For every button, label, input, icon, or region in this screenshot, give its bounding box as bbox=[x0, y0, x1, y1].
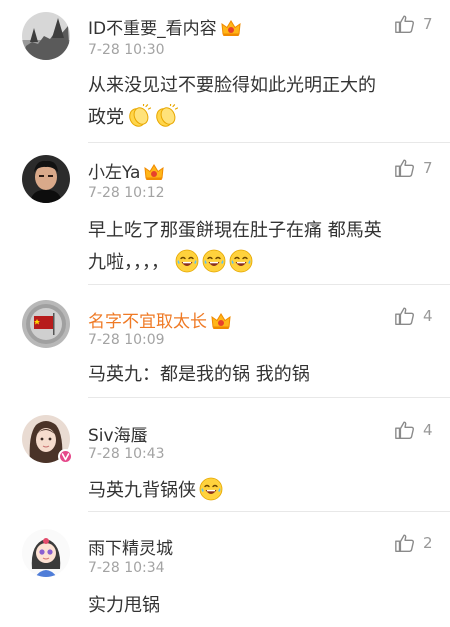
comment-item: ID不重要_看内容 7-28 10:30 7 从来没见过不要脸得如此光明正大的 … bbox=[0, 0, 450, 142]
vip-crown-icon bbox=[144, 163, 164, 181]
username[interactable]: 小左Ya bbox=[88, 158, 164, 183]
comment-item: 雨下精灵城 7-28 10:34 2 实力甩锅 bbox=[0, 512, 450, 627]
timestamp: 7-28 10:30 bbox=[88, 42, 165, 58]
comment-text: 马英九背锅侠 bbox=[88, 475, 438, 507]
comment-item: Siv海蜃 7-28 10:43 4 马英九背锅侠 bbox=[0, 398, 450, 511]
like-count: 2 bbox=[423, 534, 433, 552]
comment-text: 早上吃了那蛋餅現在肚子在痛 都馬英 九啦，，，， bbox=[88, 215, 438, 279]
username[interactable]: 雨下精灵城 bbox=[88, 534, 173, 559]
username[interactable]: Siv海蜃 bbox=[88, 421, 148, 446]
timestamp: 7-28 10:12 bbox=[88, 185, 165, 201]
comment-text: 实力甩锅 bbox=[88, 590, 438, 622]
comment-text: 从来没见过不要脸得如此光明正大的 政党 bbox=[88, 70, 438, 134]
like-count: 4 bbox=[423, 421, 433, 439]
comment-text-line: 政党 bbox=[88, 102, 438, 134]
timestamp: 7-28 10:43 bbox=[88, 446, 165, 462]
comment-text-line: 从来没见过不要脸得如此光明正大的 bbox=[88, 75, 376, 96]
vip-crown-icon bbox=[221, 19, 241, 37]
timestamp: 7-28 10:34 bbox=[88, 560, 165, 576]
verified-v-badge-icon bbox=[58, 449, 73, 464]
clapping-hands-emoji bbox=[127, 104, 151, 128]
comment-text-line: 实力甩锅 bbox=[88, 595, 160, 616]
username[interactable]: ID不重要_看内容 bbox=[88, 14, 241, 39]
comment-text-line: 马英九：都是我的锅 我的锅 bbox=[88, 364, 310, 385]
comment-text: 马英九：都是我的锅 我的锅 bbox=[88, 359, 438, 391]
comment-text-line: 马英九背锅侠 bbox=[88, 475, 438, 507]
thumbs-up-icon bbox=[394, 532, 416, 554]
avatar[interactable] bbox=[22, 529, 70, 577]
like-count: 7 bbox=[423, 159, 433, 177]
avatar[interactable] bbox=[22, 155, 70, 203]
comment-list: ID不重要_看内容 7-28 10:30 7 从来没见过不要脸得如此光明正大的 … bbox=[0, 0, 450, 627]
like-button[interactable]: 7 bbox=[394, 13, 444, 37]
avatar[interactable] bbox=[22, 300, 70, 348]
laughing-tears-emoji bbox=[199, 477, 223, 501]
like-button[interactable]: 7 bbox=[394, 157, 444, 181]
like-count: 7 bbox=[423, 15, 433, 33]
vip-crown-icon bbox=[211, 312, 231, 330]
clapping-hands-emoji bbox=[154, 104, 178, 128]
thumbs-up-icon bbox=[394, 157, 416, 179]
avatar[interactable] bbox=[22, 12, 70, 60]
like-count: 4 bbox=[423, 307, 433, 325]
like-button[interactable]: 2 bbox=[394, 532, 444, 556]
comment-item: 小左Ya 7-28 10:12 7 早上吃了那蛋餅現在肚子在痛 都馬英 九啦，，… bbox=[0, 143, 450, 284]
laughing-tears-emoji bbox=[175, 249, 199, 273]
thumbs-up-icon bbox=[394, 419, 416, 441]
laughing-tears-emoji bbox=[202, 249, 226, 273]
thumbs-up-icon bbox=[394, 305, 416, 327]
like-button[interactable]: 4 bbox=[394, 305, 444, 329]
comment-text-line: 九啦，，，， bbox=[88, 247, 438, 279]
laughing-tears-emoji bbox=[229, 249, 253, 273]
username[interactable]: 名字不宜取太长 bbox=[88, 307, 231, 332]
like-button[interactable]: 4 bbox=[394, 419, 444, 443]
comment-text-line: 早上吃了那蛋餅現在肚子在痛 都馬英 bbox=[88, 220, 382, 241]
thumbs-up-icon bbox=[394, 13, 416, 35]
timestamp: 7-28 10:09 bbox=[88, 332, 165, 348]
comment-item: 名字不宜取太长 7-28 10:09 4 马英九：都是我的锅 我的锅 bbox=[0, 285, 450, 397]
